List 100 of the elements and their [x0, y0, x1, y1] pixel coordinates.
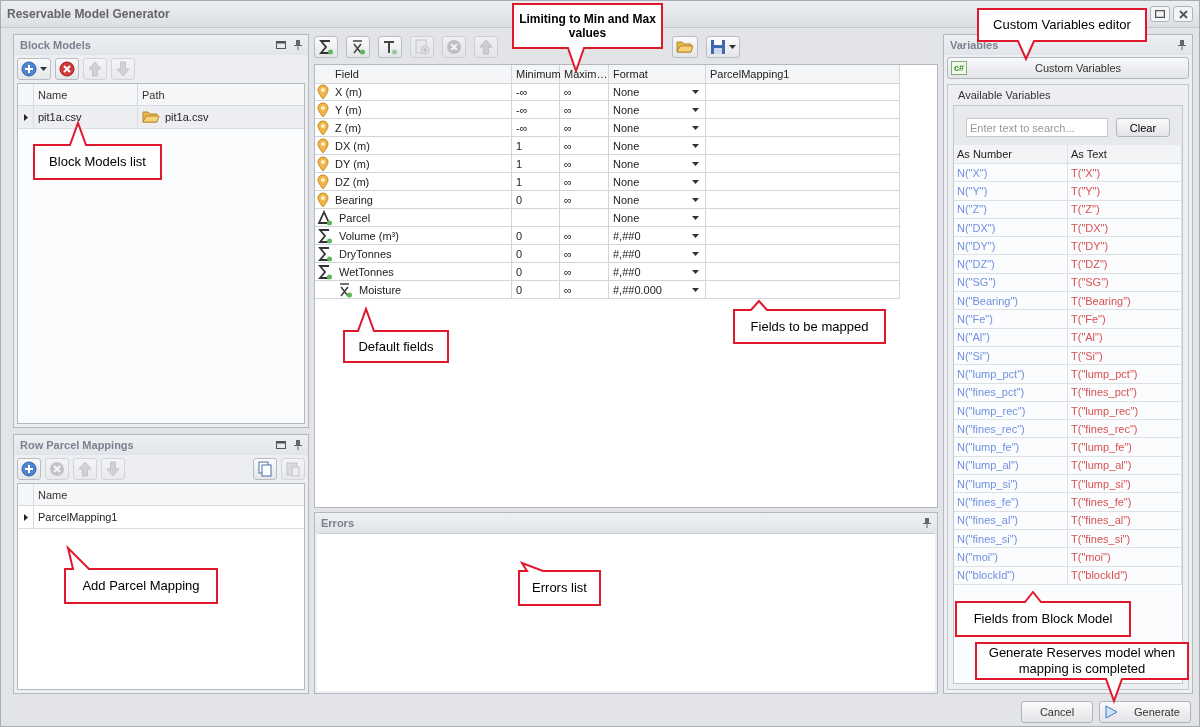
table-cell[interactable]: N("moi") — [954, 548, 1068, 566]
mapping-cell[interactable] — [706, 281, 900, 299]
table-cell[interactable]: N("fines_si") — [954, 529, 1068, 548]
restore-icon[interactable] — [276, 441, 286, 449]
caret-icon — [692, 125, 699, 130]
clear-button[interactable]: Clear — [1116, 118, 1170, 137]
format-dropdown[interactable]: None — [609, 155, 706, 173]
table-cell[interactable]: N("DX") — [954, 218, 1068, 237]
table-cell[interactable]: N("lump_pct") — [954, 365, 1068, 383]
column-header: Name — [37, 487, 69, 503]
copy-button[interactable] — [253, 458, 277, 480]
save-button[interactable] — [706, 36, 740, 58]
format-dropdown[interactable]: None — [609, 119, 706, 137]
table-cell[interactable]: N("lump_si") — [954, 475, 1068, 493]
table-cell[interactable]: T("Bearing") — [1068, 292, 1182, 310]
mapping-cell[interactable] — [706, 245, 900, 263]
table-cell[interactable]: N("Si") — [954, 346, 1068, 365]
folder-button[interactable] — [672, 36, 698, 58]
table-cell[interactable]: N("Bearing") — [954, 292, 1068, 310]
table-cell[interactable]: N("fines_pct") — [954, 383, 1068, 401]
table-cell[interactable]: T("DZ") — [1068, 255, 1182, 273]
table-cell[interactable]: T("lump_al") — [1068, 456, 1182, 475]
mapping-cell[interactable] — [706, 191, 900, 209]
table-cell[interactable]: T("Z") — [1068, 200, 1182, 218]
table-cell[interactable]: T("fines_si") — [1068, 529, 1182, 548]
table-cell[interactable]: N("fines_fe") — [954, 493, 1068, 511]
mapping-cell[interactable] — [706, 227, 900, 245]
table-cell[interactable]: T("lump_si") — [1068, 475, 1182, 493]
table-cell[interactable]: T("moi") — [1068, 548, 1182, 566]
table-cell[interactable]: N("Z") — [954, 200, 1068, 218]
sigma-button[interactable] — [314, 36, 338, 58]
table-cell[interactable]: N("X") — [954, 164, 1068, 182]
format-dropdown[interactable]: #,##0 — [609, 263, 706, 281]
format-dropdown[interactable]: None — [609, 209, 706, 227]
table-cell[interactable]: ParcelMapping1 — [34, 506, 304, 528]
format-dropdown[interactable]: #,##0.000 — [609, 281, 706, 299]
format-dropdown[interactable]: #,##0 — [609, 227, 706, 245]
caret-icon — [729, 45, 736, 49]
table-cell[interactable]: N("DZ") — [954, 255, 1068, 273]
table-cell[interactable]: N("fines_al") — [954, 511, 1068, 529]
table-cell[interactable]: T("Si") — [1068, 346, 1182, 365]
table-cell[interactable]: T("fines_pct") — [1068, 383, 1182, 401]
table-cell[interactable]: T("Fe") — [1068, 310, 1182, 328]
table-cell[interactable]: T("fines_al") — [1068, 511, 1182, 529]
cancel-button[interactable]: Cancel — [1021, 701, 1093, 723]
table-cell[interactable]: N("blockId") — [954, 566, 1068, 584]
column-header: Name — [34, 84, 138, 105]
table-cell[interactable]: N("lump_rec") — [954, 401, 1068, 420]
restore-icon[interactable] — [276, 41, 286, 49]
mapping-cell[interactable] — [706, 173, 900, 191]
table-cell[interactable]: T("lump_fe") — [1068, 438, 1182, 456]
format-dropdown[interactable]: None — [609, 173, 706, 191]
table-cell[interactable]: T("SG") — [1068, 273, 1182, 292]
table-cell[interactable]: T("lump_rec") — [1068, 401, 1182, 420]
pin-icon[interactable] — [294, 440, 302, 450]
text-button[interactable] — [378, 36, 402, 58]
generate-button[interactable]: Generate — [1099, 701, 1191, 723]
add-field-icon — [414, 39, 430, 55]
table-cell[interactable]: T("blockId") — [1068, 566, 1182, 584]
formula-button[interactable] — [346, 36, 370, 58]
table-cell[interactable]: N("DY") — [954, 237, 1068, 255]
pin-icon[interactable] — [923, 518, 931, 528]
close-button[interactable] — [1173, 6, 1193, 22]
field-name: DryTonnes — [339, 247, 392, 260]
format-dropdown[interactable]: #,##0 — [609, 245, 706, 263]
mapping-cell[interactable] — [706, 209, 900, 227]
mapping-cell[interactable] — [706, 137, 900, 155]
table-cell[interactable]: T("Y") — [1068, 182, 1182, 200]
table-cell[interactable]: N("Y") — [954, 182, 1068, 200]
custom-variables-button[interactable]: c# Custom Variables — [947, 57, 1189, 79]
add-button[interactable] — [17, 58, 51, 80]
restore-button[interactable] — [1150, 6, 1170, 22]
format-dropdown[interactable]: None — [609, 101, 706, 119]
format-dropdown[interactable]: None — [609, 191, 706, 209]
table-cell[interactable]: T("DY") — [1068, 237, 1182, 255]
table-cell[interactable]: N("fines_rec") — [954, 420, 1068, 438]
table-cell[interactable]: T("Al") — [1068, 328, 1182, 346]
table-cell[interactable]: N("Al") — [954, 328, 1068, 346]
pin-icon[interactable] — [1178, 40, 1186, 50]
table-cell[interactable]: N("lump_al") — [954, 456, 1068, 475]
table-cell[interactable]: T("fines_fe") — [1068, 493, 1182, 511]
table-cell[interactable]: T("DX") — [1068, 218, 1182, 237]
table-cell[interactable]: T("fines_rec") — [1068, 420, 1182, 438]
mapping-cell[interactable] — [706, 263, 900, 281]
table-cell[interactable]: T("lump_pct") — [1068, 365, 1182, 383]
search-field[interactable]: Enter text to search... — [966, 118, 1108, 137]
format-dropdown[interactable]: None — [609, 137, 706, 155]
mapping-cell[interactable] — [706, 155, 900, 173]
format-dropdown[interactable]: None — [609, 83, 706, 101]
delete-button[interactable] — [55, 58, 79, 80]
table-cell: -∞ — [512, 83, 560, 101]
mapping-cell[interactable] — [706, 83, 900, 101]
mapping-cell[interactable] — [706, 101, 900, 119]
mapping-cell[interactable] — [706, 119, 900, 137]
table-cell[interactable]: T("X") — [1068, 164, 1182, 182]
add-button[interactable] — [17, 458, 41, 480]
table-cell[interactable]: N("SG") — [954, 273, 1068, 292]
table-cell[interactable]: N("Fe") — [954, 310, 1068, 328]
table-cell[interactable]: N("lump_fe") — [954, 438, 1068, 456]
pin-icon[interactable] — [294, 40, 302, 50]
